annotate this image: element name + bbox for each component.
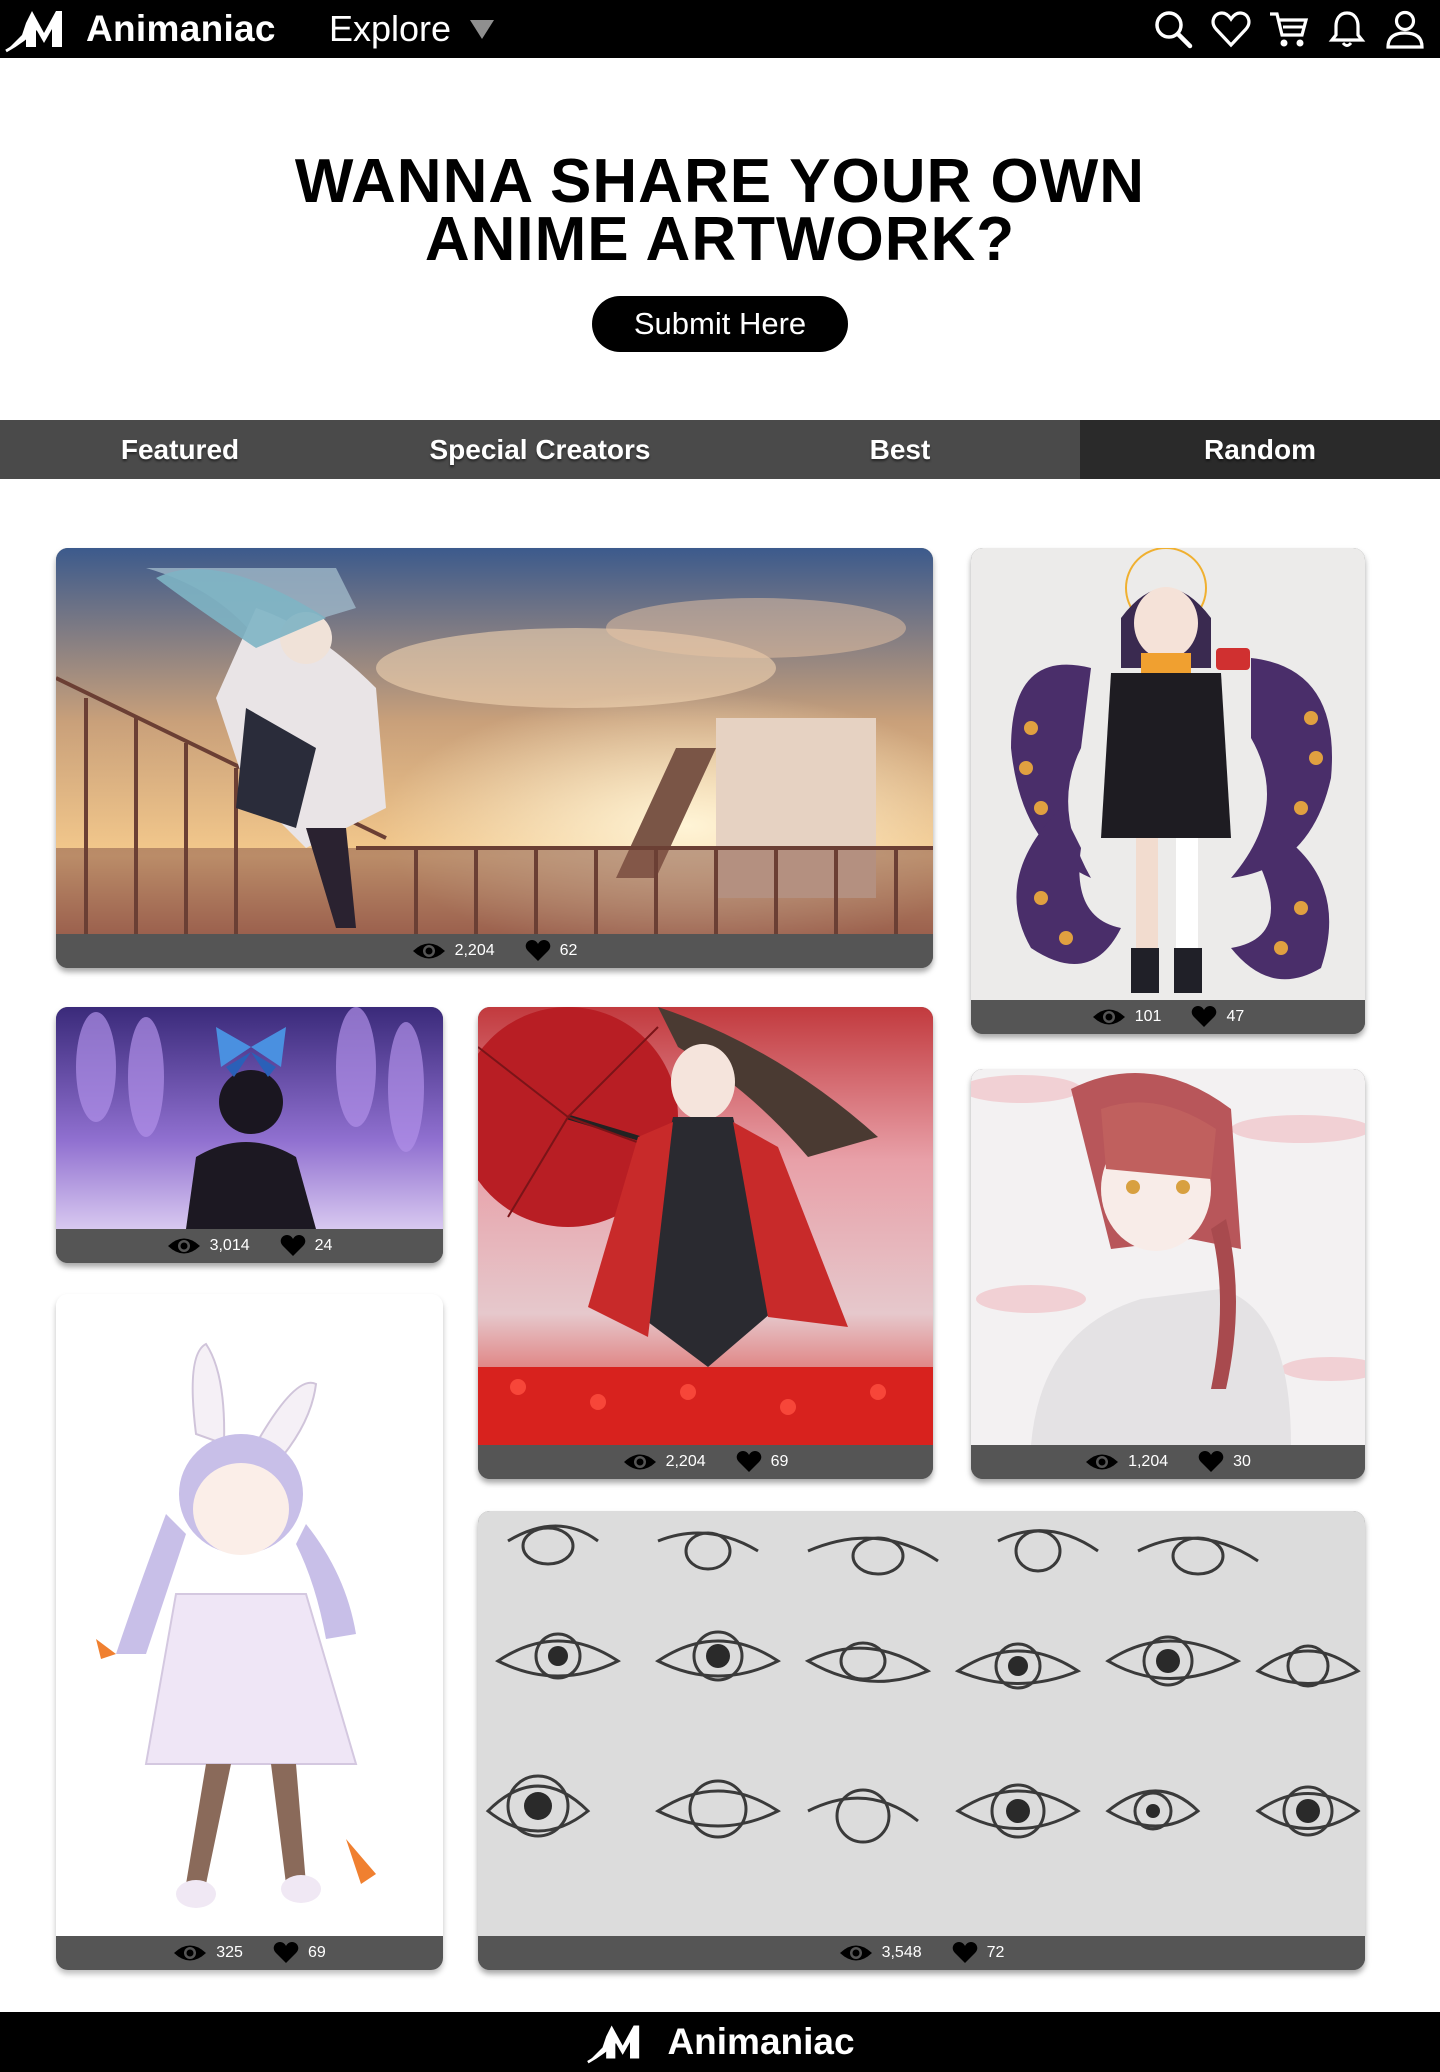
bell-icon[interactable] — [1326, 8, 1368, 50]
top-navbar: Animaniac Explore — [0, 0, 1440, 58]
views-count: 3,548 — [881, 1944, 922, 1961]
likes-count: 72 — [986, 1944, 1005, 1961]
likes-stat: 69 — [273, 1942, 326, 1964]
artwork-image — [971, 548, 1365, 1000]
likes-stat: 69 — [736, 1451, 789, 1473]
artwork-card[interactable]: 3,014 24 — [56, 1007, 443, 1263]
search-icon[interactable] — [1152, 8, 1194, 50]
artwork-stats-bar: 3,014 24 — [56, 1229, 443, 1263]
likes-count: 30 — [1233, 1453, 1251, 1470]
hero-heading-line-2: ANIME ARTWORK? — [424, 205, 1016, 274]
tab-featured[interactable]: Featured — [0, 420, 360, 479]
tab-special-creators[interactable]: Special Creators — [360, 420, 720, 479]
eye-icon — [412, 943, 445, 959]
eye-icon — [1092, 1009, 1125, 1025]
views-count: 3,014 — [209, 1237, 250, 1254]
cart-icon[interactable] — [1268, 8, 1310, 50]
artwork-card[interactable]: 2,204 69 — [478, 1007, 933, 1479]
footer-brand-name: Animaniac — [667, 2021, 855, 2062]
views-count: 101 — [1134, 1008, 1162, 1025]
heart-icon — [1192, 1006, 1217, 1027]
heart-icon — [525, 940, 550, 961]
nav-icon-group — [1152, 8, 1426, 50]
eye-icon — [167, 1238, 200, 1254]
submit-artwork-button[interactable]: Submit Here — [592, 296, 848, 352]
caret-down-icon — [470, 20, 495, 39]
views-count: 2,204 — [665, 1453, 706, 1470]
tab-random[interactable]: Random — [1080, 420, 1440, 479]
views-count: 325 — [216, 1944, 243, 1961]
views-count: 1,204 — [1128, 1453, 1169, 1470]
likes-stat: 62 — [525, 940, 578, 962]
artwork-image — [56, 1007, 443, 1229]
likes-count: 69 — [770, 1453, 789, 1470]
artwork-image — [56, 1294, 443, 1936]
logo-m-icon — [5, 11, 62, 53]
hero-heading-line-1: WANNA SHARE YOUR OWN — [294, 147, 1146, 216]
eye-icon — [1086, 1454, 1119, 1470]
artwork-image — [56, 548, 933, 934]
views-stat: 1,204 — [1085, 1451, 1168, 1473]
likes-count: 24 — [314, 1237, 333, 1254]
artwork-card[interactable]: 1,204 30 — [971, 1069, 1365, 1479]
artwork-card[interactable]: 101 47 — [971, 548, 1365, 1034]
likes-stat: 72 — [952, 1942, 1005, 1964]
artwork-stats-bar: 101 47 — [971, 1000, 1365, 1034]
artwork-stats-bar: 2,204 62 — [56, 934, 933, 968]
explore-label: Explore — [329, 8, 452, 49]
artwork-image — [478, 1511, 1365, 1936]
user-icon[interactable] — [1384, 8, 1426, 50]
artwork-image — [478, 1007, 933, 1445]
heart-icon — [273, 1942, 299, 1963]
brand-logo[interactable]: Animaniac — [4, 5, 276, 53]
likes-stat: 47 — [1191, 1006, 1244, 1028]
artwork-card[interactable]: 325 69 — [56, 1294, 443, 1970]
tab-best[interactable]: Best — [720, 420, 1080, 479]
views-stat: 101 — [1092, 1006, 1162, 1028]
heart-icon — [1198, 1451, 1224, 1472]
heart-icon — [280, 1235, 305, 1256]
likes-count: 69 — [307, 1944, 326, 1961]
artwork-stats-bar: 3,548 72 — [478, 1936, 1365, 1970]
views-stat: 2,204 — [623, 1451, 706, 1473]
artwork-image — [971, 1069, 1365, 1445]
logo-m-icon — [587, 2025, 640, 2064]
likes-count: 47 — [1226, 1008, 1245, 1025]
likes-stat: 30 — [1198, 1451, 1251, 1473]
views-stat: 3,548 — [839, 1942, 922, 1964]
brand-name: Animaniac — [86, 8, 276, 49]
artwork-stats-bar: 325 69 — [56, 1936, 443, 1970]
heart-icon — [952, 1942, 977, 1963]
views-stat: 2,204 — [412, 940, 495, 962]
views-stat: 3,014 — [167, 1235, 250, 1257]
artwork-stats-bar: 2,204 69 — [478, 1445, 933, 1479]
eye-icon — [174, 1945, 207, 1961]
hero-heading: WANNA SHARE YOUR OWN ANIME ARTWORK? — [0, 147, 1440, 274]
footer: Animaniac — [0, 2012, 1440, 2072]
explore-menu[interactable]: Explore — [329, 7, 495, 51]
views-count: 2,204 — [454, 942, 495, 959]
views-stat: 325 — [173, 1942, 243, 1964]
likes-stat: 24 — [280, 1235, 333, 1257]
likes-count: 62 — [559, 942, 578, 959]
eye-icon — [623, 1454, 656, 1470]
artwork-card[interactable]: 2,204 62 — [56, 548, 933, 968]
artwork-card[interactable]: 3,548 72 — [478, 1511, 1365, 1970]
eye-icon — [839, 1945, 872, 1961]
category-tabs: Featured Special Creators Best Random — [0, 420, 1440, 479]
heart-icon[interactable] — [1210, 8, 1252, 50]
artwork-stats-bar: 1,204 30 — [971, 1445, 1365, 1479]
heart-icon — [736, 1451, 761, 1472]
